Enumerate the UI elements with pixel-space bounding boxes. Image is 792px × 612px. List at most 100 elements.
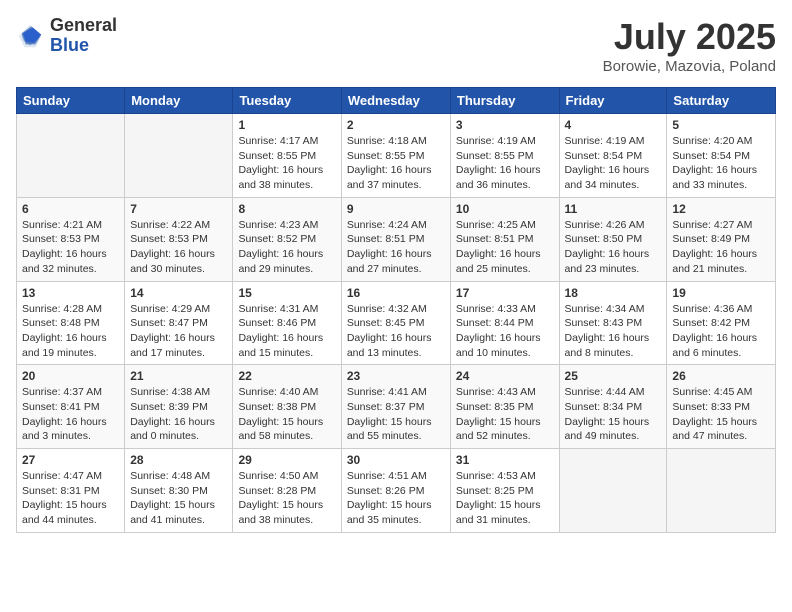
calendar-title: July 2025	[603, 16, 776, 58]
table-cell: 26Sunrise: 4:45 AM Sunset: 8:33 PM Dayli…	[667, 365, 776, 449]
table-cell	[559, 449, 667, 533]
table-cell: 22 Sunrise: 4:40 AM Sunset: 8:38 PM Dayli…	[233, 365, 341, 449]
col-thursday: Thursday	[450, 88, 559, 114]
col-wednesday: Wednesday	[341, 88, 450, 114]
table-cell: 1 Sunrise: 4:17 AM Sunset: 8:55 PM Daylig…	[233, 114, 341, 198]
table-cell: 24Sunrise: 4:43 AM Sunset: 8:35 PM Dayli…	[450, 365, 559, 449]
day-number: 24	[456, 369, 554, 383]
logo: General Blue	[16, 16, 117, 56]
day-number: 15	[238, 286, 335, 300]
day-info: Sunrise: 4:47 AM Sunset: 8:31 PM Dayligh…	[22, 469, 119, 528]
day-number: 26	[672, 369, 770, 383]
day-info: Sunrise: 4:36 AM Sunset: 8:42 PM Dayligh…	[672, 302, 770, 361]
table-cell: 23 Sunrise: 4:41 AM Sunset: 8:37 PM Dayli…	[341, 365, 450, 449]
week-row-5: 27 Sunrise: 4:47 AM Sunset: 8:31 PM Dayli…	[17, 449, 776, 533]
day-number: 20	[22, 369, 119, 383]
week-row-3: 13 Sunrise: 4:28 AM Sunset: 8:48 PM Dayli…	[17, 281, 776, 365]
day-number: 31	[456, 453, 554, 467]
table-cell	[125, 114, 233, 198]
table-cell: 12 Sunrise: 4:27 AM Sunset: 8:49 PM Dayli…	[667, 197, 776, 281]
day-number: 21	[130, 369, 227, 383]
table-cell: 20 Sunrise: 4:37 AM Sunset: 8:41 PM Dayli…	[17, 365, 125, 449]
col-saturday: Saturday	[667, 88, 776, 114]
day-number: 1	[238, 118, 335, 132]
day-number: 5	[672, 118, 770, 132]
day-info: Sunrise: 4:38 AM Sunset: 8:39 PM Dayligh…	[130, 385, 227, 444]
day-info: Sunrise: 4:19 AM Sunset: 8:55 PM Dayligh…	[456, 134, 554, 193]
table-cell: 30 Sunrise: 4:51 AM Sunset: 8:26 PM Dayli…	[341, 449, 450, 533]
day-info: Sunrise: 4:28 AM Sunset: 8:48 PM Dayligh…	[22, 302, 119, 361]
day-info: Sunrise: 4:53 AM Sunset: 8:25 PM Dayligh…	[456, 469, 554, 528]
day-info: Sunrise: 4:29 AM Sunset: 8:47 PM Dayligh…	[130, 302, 227, 361]
table-cell: 4Sunrise: 4:19 AM Sunset: 8:54 PM Daylig…	[559, 114, 667, 198]
day-info: Sunrise: 4:19 AM Sunset: 8:54 PM Dayligh…	[565, 134, 662, 193]
table-cell: 16Sunrise: 4:32 AM Sunset: 8:45 PM Dayli…	[341, 281, 450, 365]
table-cell: 7 Sunrise: 4:22 AM Sunset: 8:53 PM Daylig…	[125, 197, 233, 281]
table-cell: 18Sunrise: 4:34 AM Sunset: 8:43 PM Dayli…	[559, 281, 667, 365]
day-info: Sunrise: 4:34 AM Sunset: 8:43 PM Dayligh…	[565, 302, 662, 361]
day-number: 7	[130, 202, 227, 216]
table-cell: 9Sunrise: 4:24 AM Sunset: 8:51 PM Daylig…	[341, 197, 450, 281]
col-sunday: Sunday	[17, 88, 125, 114]
day-info: Sunrise: 4:18 AM Sunset: 8:55 PM Dayligh…	[347, 134, 445, 193]
table-cell: 3 Sunrise: 4:19 AM Sunset: 8:55 PM Daylig…	[450, 114, 559, 198]
day-number: 23	[347, 369, 445, 383]
table-cell: 21 Sunrise: 4:38 AM Sunset: 8:39 PM Dayli…	[125, 365, 233, 449]
title-block: July 2025 Borowie, Mazovia, Poland	[603, 16, 776, 75]
day-info: Sunrise: 4:51 AM Sunset: 8:26 PM Dayligh…	[347, 469, 445, 528]
day-info: Sunrise: 4:17 AM Sunset: 8:55 PM Dayligh…	[238, 134, 335, 193]
day-number: 13	[22, 286, 119, 300]
day-number: 6	[22, 202, 119, 216]
table-cell: 5Sunrise: 4:20 AM Sunset: 8:54 PM Daylig…	[667, 114, 776, 198]
table-cell: 19 Sunrise: 4:36 AM Sunset: 8:42 PM Dayli…	[667, 281, 776, 365]
day-info: Sunrise: 4:33 AM Sunset: 8:44 PM Dayligh…	[456, 302, 554, 361]
calendar-header-row: Sunday Monday Tuesday Wednesday Thursday…	[17, 88, 776, 114]
day-info: Sunrise: 4:41 AM Sunset: 8:37 PM Dayligh…	[347, 385, 445, 444]
day-info: Sunrise: 4:23 AM Sunset: 8:52 PM Dayligh…	[238, 218, 335, 277]
table-cell: 14 Sunrise: 4:29 AM Sunset: 8:47 PM Dayli…	[125, 281, 233, 365]
day-number: 12	[672, 202, 770, 216]
day-info: Sunrise: 4:26 AM Sunset: 8:50 PM Dayligh…	[565, 218, 662, 277]
day-number: 3	[456, 118, 554, 132]
calendar-location: Borowie, Mazovia, Poland	[603, 58, 776, 75]
day-number: 27	[22, 453, 119, 467]
day-number: 19	[672, 286, 770, 300]
col-monday: Monday	[125, 88, 233, 114]
logo-blue-text: Blue	[50, 36, 117, 56]
table-cell: 13 Sunrise: 4:28 AM Sunset: 8:48 PM Dayli…	[17, 281, 125, 365]
day-number: 11	[565, 202, 662, 216]
col-tuesday: Tuesday	[233, 88, 341, 114]
table-cell: 31 Sunrise: 4:53 AM Sunset: 8:25 PM Dayli…	[450, 449, 559, 533]
page-header: General Blue July 2025 Borowie, Mazovia,…	[16, 16, 776, 75]
table-cell: 25Sunrise: 4:44 AM Sunset: 8:34 PM Dayli…	[559, 365, 667, 449]
table-cell: 11 Sunrise: 4:26 AM Sunset: 8:50 PM Dayli…	[559, 197, 667, 281]
day-number: 30	[347, 453, 445, 467]
logo-text: General Blue	[50, 16, 117, 56]
table-cell	[667, 449, 776, 533]
day-number: 9	[347, 202, 445, 216]
day-info: Sunrise: 4:50 AM Sunset: 8:28 PM Dayligh…	[238, 469, 335, 528]
week-row-4: 20 Sunrise: 4:37 AM Sunset: 8:41 PM Dayli…	[17, 365, 776, 449]
day-info: Sunrise: 4:40 AM Sunset: 8:38 PM Dayligh…	[238, 385, 335, 444]
table-cell: 2Sunrise: 4:18 AM Sunset: 8:55 PM Daylig…	[341, 114, 450, 198]
table-cell: 27 Sunrise: 4:47 AM Sunset: 8:31 PM Dayli…	[17, 449, 125, 533]
table-cell: 17Sunrise: 4:33 AM Sunset: 8:44 PM Dayli…	[450, 281, 559, 365]
logo-icon	[16, 22, 44, 50]
table-cell	[17, 114, 125, 198]
day-info: Sunrise: 4:22 AM Sunset: 8:53 PM Dayligh…	[130, 218, 227, 277]
day-info: Sunrise: 4:37 AM Sunset: 8:41 PM Dayligh…	[22, 385, 119, 444]
day-number: 29	[238, 453, 335, 467]
table-cell: 10Sunrise: 4:25 AM Sunset: 8:51 PM Dayli…	[450, 197, 559, 281]
day-info: Sunrise: 4:48 AM Sunset: 8:30 PM Dayligh…	[130, 469, 227, 528]
day-number: 22	[238, 369, 335, 383]
week-row-1: 1 Sunrise: 4:17 AM Sunset: 8:55 PM Daylig…	[17, 114, 776, 198]
day-number: 28	[130, 453, 227, 467]
day-number: 25	[565, 369, 662, 383]
logo-general-text: General	[50, 16, 117, 36]
col-friday: Friday	[559, 88, 667, 114]
day-info: Sunrise: 4:25 AM Sunset: 8:51 PM Dayligh…	[456, 218, 554, 277]
table-cell: 6Sunrise: 4:21 AM Sunset: 8:53 PM Daylig…	[17, 197, 125, 281]
calendar-table: Sunday Monday Tuesday Wednesday Thursday…	[16, 87, 776, 533]
day-number: 14	[130, 286, 227, 300]
day-info: Sunrise: 4:27 AM Sunset: 8:49 PM Dayligh…	[672, 218, 770, 277]
